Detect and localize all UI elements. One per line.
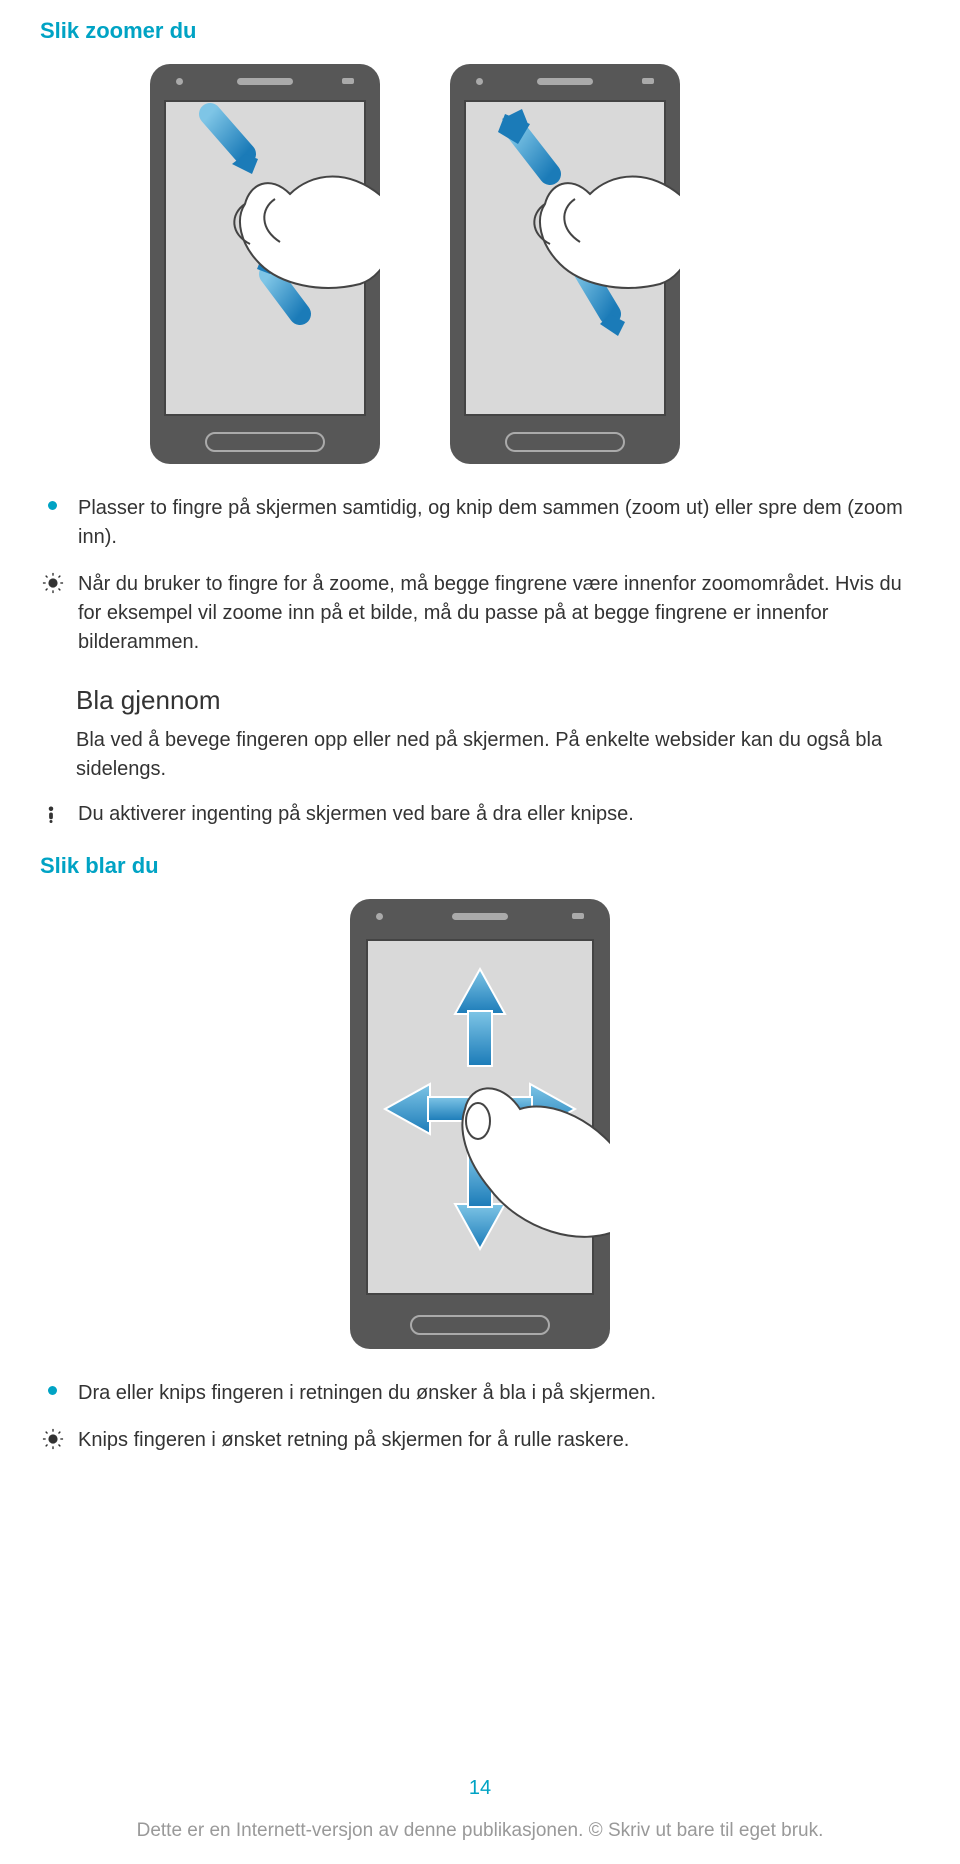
scroll-gesture-icon (350, 899, 610, 1349)
scroll-warning-text: Du aktiverer ingenting på skjermen ved b… (78, 800, 634, 835)
scroll-instruction-bullet: Dra eller knips fingeren i retningen du … (48, 1379, 920, 1408)
pinch-out-gesture-icon (450, 64, 680, 464)
scroll-body-text: Bla ved å bevege fingeren opp eller ned … (76, 726, 920, 784)
bullet-icon (48, 501, 62, 552)
exclamation-icon (42, 802, 64, 835)
footer-text: Dette er en Internett-versjon av denne p… (0, 1820, 960, 1842)
phone-pinch-in (150, 64, 380, 464)
heading-scroll: Bla gjennom (76, 685, 920, 716)
lightbulb-icon (42, 572, 64, 657)
scroll-illustration (40, 899, 920, 1349)
heading-zoom: Slik zoomer du (40, 18, 920, 44)
zoom-tip-row: Når du bruker to fingre for å zoome, må … (42, 570, 920, 657)
phone-scroll (350, 899, 610, 1349)
bullet-icon (48, 1386, 62, 1408)
scroll-instruction-text: Dra eller knips fingeren i retningen du … (78, 1379, 656, 1408)
page-number: 14 (0, 1777, 960, 1800)
scroll-tip-text: Knips fingeren i ønsket retning på skjer… (78, 1426, 629, 1459)
pinch-in-gesture-icon (150, 64, 380, 464)
heading-scroll-teal: Slik blar du (40, 853, 920, 879)
zoom-tip-text: Når du bruker to fingre for å zoome, må … (78, 570, 920, 657)
scroll-warning-row: Du aktiverer ingenting på skjermen ved b… (42, 800, 920, 835)
lightbulb-icon (42, 1428, 64, 1459)
scroll-tip-row: Knips fingeren i ønsket retning på skjer… (42, 1426, 920, 1459)
zoom-illustration-row (150, 64, 920, 464)
zoom-instruction-bullet: Plasser to fingre på skjermen samtidig, … (48, 494, 920, 552)
phone-pinch-out (450, 64, 680, 464)
zoom-instruction-text: Plasser to fingre på skjermen samtidig, … (78, 494, 920, 552)
